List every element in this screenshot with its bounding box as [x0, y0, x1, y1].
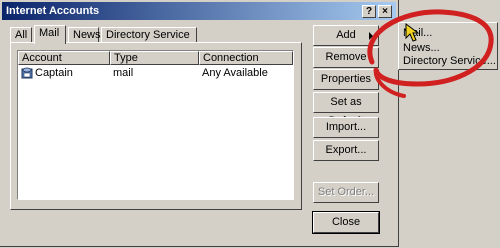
add-button-label: Add: [336, 29, 356, 41]
highlight-circle: [367, 9, 494, 98]
column-header-connection[interactable]: Connection: [199, 51, 293, 65]
account-name: Captain: [35, 67, 73, 79]
accounts-list[interactable]: Account Type Connection Captain mail Any…: [17, 50, 294, 200]
tab-news[interactable]: News: [68, 27, 101, 43]
tab-all[interactable]: All: [10, 27, 32, 43]
column-header-account[interactable]: Account: [18, 51, 110, 65]
title-bar: Internet Accounts ? ×: [2, 2, 396, 20]
account-type: mail: [113, 67, 134, 79]
account-connection: Any Available: [202, 67, 268, 79]
tab-directory-service[interactable]: Directory Service: [101, 27, 197, 43]
set-order-button[interactable]: Set Order...: [313, 182, 379, 203]
mail-account-icon: [20, 66, 34, 85]
tab-mail[interactable]: Mail: [34, 25, 66, 44]
table-row[interactable]: Captain mail Any Available: [18, 65, 293, 81]
window-title: Internet Accounts: [6, 5, 100, 17]
column-header-type[interactable]: Type: [110, 51, 199, 65]
internet-accounts-window: Internet Accounts ? × All Mail News Dire…: [0, 0, 399, 247]
import-button[interactable]: Import...: [313, 117, 379, 138]
close-button[interactable]: Close: [312, 211, 380, 234]
export-button[interactable]: Export...: [313, 140, 379, 161]
pointer-cursor-icon: [405, 23, 420, 42]
